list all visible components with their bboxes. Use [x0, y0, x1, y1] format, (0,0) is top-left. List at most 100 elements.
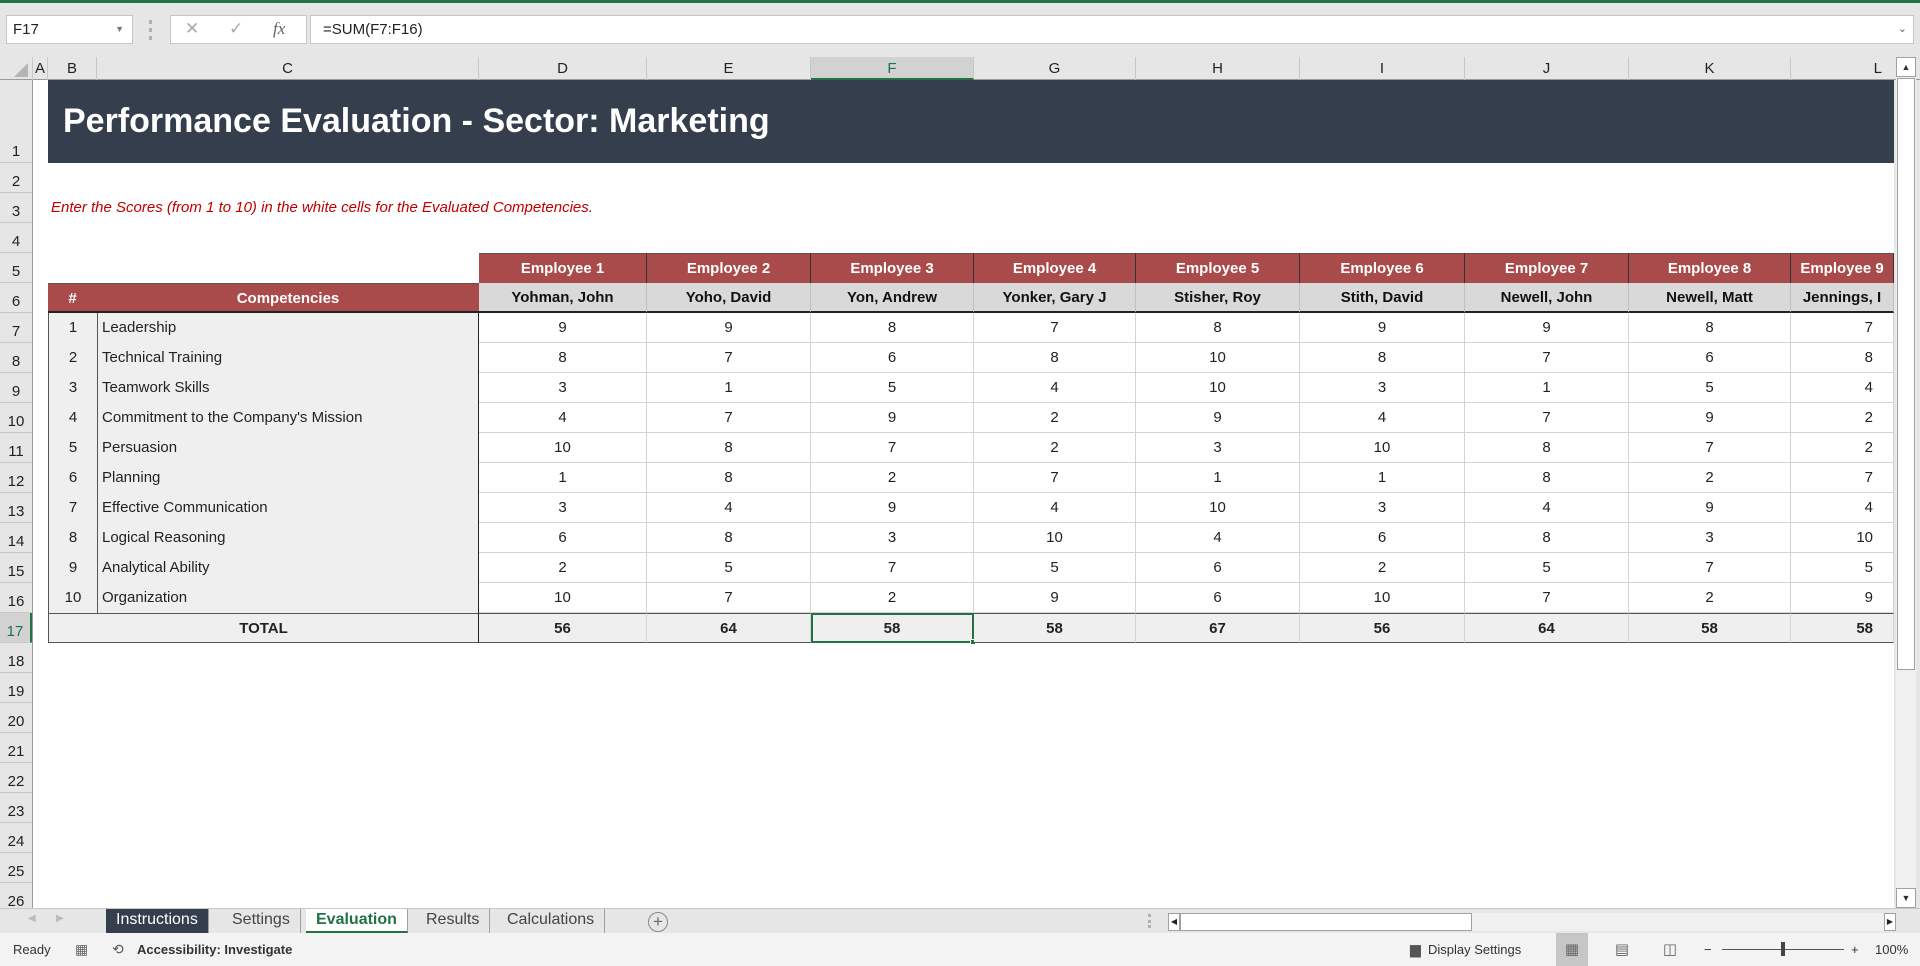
score-cell[interactable]: 8: [1629, 313, 1791, 343]
score-cell[interactable]: 2: [1629, 463, 1791, 493]
scroll-down-icon[interactable]: ▼: [1896, 888, 1916, 908]
row-header-1[interactable]: 1: [0, 80, 32, 163]
score-cell[interactable]: 8: [647, 433, 811, 463]
score-cell[interactable]: 9: [1791, 583, 1894, 613]
score-cell[interactable]: 7: [1791, 313, 1894, 343]
score-cell[interactable]: 1: [1465, 373, 1629, 403]
horizontal-scrollbar[interactable]: ◀ ▶: [1168, 913, 1896, 931]
formula-bar-resize-handle[interactable]: [147, 20, 153, 40]
score-cell[interactable]: 5: [1791, 553, 1894, 583]
score-cell[interactable]: 9: [1629, 403, 1791, 433]
total-cell[interactable]: 67: [1136, 613, 1300, 643]
score-cell[interactable]: 3: [479, 493, 647, 523]
score-cell[interactable]: 2: [479, 553, 647, 583]
macro-record-icon[interactable]: ▦: [75, 933, 88, 966]
column-header-i[interactable]: I: [1300, 57, 1465, 80]
prev-sheet-icon[interactable]: ◀: [28, 913, 36, 924]
total-cell[interactable]: 58: [811, 613, 974, 643]
score-cell[interactable]: 8: [1136, 313, 1300, 343]
score-cell[interactable]: 9: [479, 313, 647, 343]
row-header-18[interactable]: 18: [0, 643, 32, 673]
score-cell[interactable]: 7: [1465, 343, 1629, 373]
row-header-17[interactable]: 17: [0, 613, 32, 643]
row-header-7[interactable]: 7: [0, 313, 32, 343]
zoom-slider-thumb[interactable]: [1781, 942, 1785, 956]
score-cell[interactable]: 7: [974, 463, 1136, 493]
score-cell[interactable]: 8: [1791, 343, 1894, 373]
display-settings-icon[interactable]: ▆: [1410, 933, 1421, 966]
score-cell[interactable]: 7: [647, 343, 811, 373]
employee-name[interactable]: Newell, John: [1465, 283, 1629, 313]
score-cell[interactable]: 3: [1300, 493, 1465, 523]
column-header-k[interactable]: K: [1629, 57, 1791, 80]
sheet-tab-evaluation[interactable]: Evaluation: [306, 909, 408, 933]
row-header-9[interactable]: 9: [0, 373, 32, 403]
score-cell[interactable]: 10: [1300, 433, 1465, 463]
score-cell[interactable]: 1: [1136, 463, 1300, 493]
zoom-out-button[interactable]: −: [1704, 933, 1712, 966]
row-header-19[interactable]: 19: [0, 673, 32, 703]
tab-split-handle[interactable]: [1148, 914, 1152, 928]
score-cell[interactable]: 2: [974, 403, 1136, 433]
score-cell[interactable]: 1: [647, 373, 811, 403]
cancel-icon[interactable]: ✕: [185, 19, 199, 39]
employee-name[interactable]: Yonker, Gary J: [974, 283, 1136, 313]
row-header-10[interactable]: 10: [0, 403, 32, 433]
score-cell[interactable]: 5: [974, 553, 1136, 583]
score-cell[interactable]: 7: [647, 583, 811, 613]
score-cell[interactable]: 4: [479, 403, 647, 433]
score-cell[interactable]: 6: [1300, 523, 1465, 553]
score-cell[interactable]: 7: [811, 433, 974, 463]
column-header-g[interactable]: G: [974, 57, 1136, 80]
row-header-15[interactable]: 15: [0, 553, 32, 583]
sheet-tab-settings[interactable]: Settings: [222, 909, 301, 933]
row-header-4[interactable]: 4: [0, 223, 32, 253]
score-cell[interactable]: 4: [974, 373, 1136, 403]
row-header-14[interactable]: 14: [0, 523, 32, 553]
score-cell[interactable]: 7: [1629, 433, 1791, 463]
scroll-left-icon[interactable]: ◀: [1168, 913, 1180, 931]
score-cell[interactable]: 2: [1300, 553, 1465, 583]
score-cell[interactable]: 6: [1629, 343, 1791, 373]
score-cell[interactable]: 9: [647, 313, 811, 343]
expand-formula-bar-icon[interactable]: ⌄: [1898, 16, 1907, 43]
employee-name[interactable]: Stisher, Roy: [1136, 283, 1300, 313]
score-cell[interactable]: 8: [647, 523, 811, 553]
score-cell[interactable]: 8: [811, 313, 974, 343]
score-cell[interactable]: 7: [1465, 403, 1629, 433]
total-cell[interactable]: 56: [1300, 613, 1465, 643]
score-cell[interactable]: 1: [1300, 463, 1465, 493]
score-cell[interactable]: 8: [1465, 523, 1629, 553]
score-cell[interactable]: 3: [1136, 433, 1300, 463]
row-header-8[interactable]: 8: [0, 343, 32, 373]
row-header-5[interactable]: 5: [0, 253, 32, 283]
select-all-corner[interactable]: [0, 57, 33, 80]
score-cell[interactable]: 9: [1465, 313, 1629, 343]
scroll-right-icon[interactable]: ▶: [1884, 913, 1896, 931]
score-cell[interactable]: 5: [647, 553, 811, 583]
score-cell[interactable]: 5: [1629, 373, 1791, 403]
score-cell[interactable]: 2: [1629, 583, 1791, 613]
scroll-up-icon[interactable]: ▲: [1896, 57, 1916, 77]
score-cell[interactable]: 10: [1136, 343, 1300, 373]
column-header-f[interactable]: F: [811, 57, 974, 80]
score-cell[interactable]: 8: [479, 343, 647, 373]
employee-name[interactable]: Jennings, I: [1791, 283, 1894, 313]
accessibility-icon[interactable]: ⟲: [112, 933, 124, 966]
score-cell[interactable]: 7: [1791, 463, 1894, 493]
score-cell[interactable]: 10: [1791, 523, 1894, 553]
page-break-view-icon[interactable]: ◫: [1654, 933, 1686, 966]
score-cell[interactable]: 6: [811, 343, 974, 373]
total-cell[interactable]: 56: [479, 613, 647, 643]
formula-input[interactable]: =SUM(F7:F16) ⌄: [310, 15, 1914, 44]
name-box[interactable]: F17 ▼: [6, 15, 133, 44]
total-cell[interactable]: 64: [647, 613, 811, 643]
score-cell[interactable]: 8: [647, 463, 811, 493]
score-cell[interactable]: 2: [974, 433, 1136, 463]
score-cell[interactable]: 9: [811, 493, 974, 523]
sheet-tab-calculations[interactable]: Calculations: [497, 909, 606, 933]
chevron-down-icon[interactable]: ▼: [115, 16, 124, 43]
column-header-b[interactable]: B: [48, 57, 97, 80]
score-cell[interactable]: 4: [1465, 493, 1629, 523]
column-header-j[interactable]: J: [1465, 57, 1629, 80]
